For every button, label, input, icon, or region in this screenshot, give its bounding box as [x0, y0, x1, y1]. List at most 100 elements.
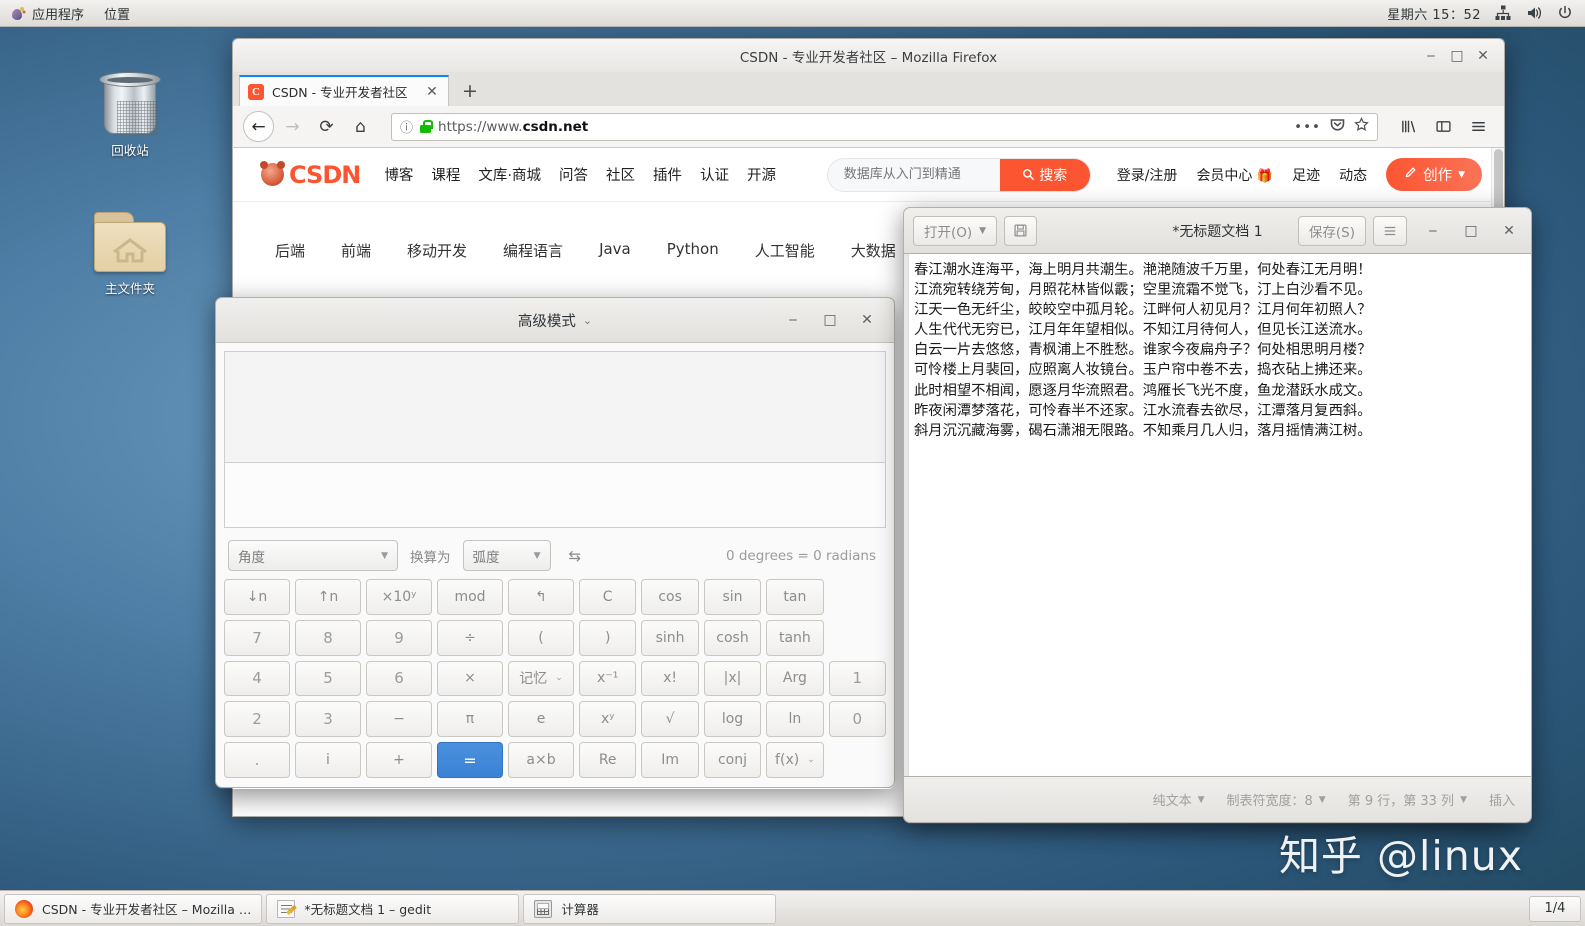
decimal-point-key[interactable]: .	[224, 742, 290, 778]
digit-9-key[interactable]: 9	[366, 619, 432, 656]
power-key[interactable]: xʸ	[579, 701, 637, 738]
calculator-maximize-button[interactable]: □	[817, 307, 843, 333]
save-button[interactable]: 保存(S)	[1297, 215, 1366, 246]
power-icon[interactable]	[1556, 4, 1574, 22]
taskbar-item-gedit[interactable]: *无标题文档 1 – gedit	[266, 893, 520, 924]
cursor-position-selector[interactable]: 第 9 行，第 33 列 ▼	[1348, 790, 1467, 809]
gedit-close-button[interactable]: ✕	[1496, 218, 1522, 244]
sinh-key[interactable]: sinh	[641, 619, 699, 656]
csdn-nav-item-2[interactable]: 文库·商城	[478, 164, 541, 185]
inverse-key[interactable]: x⁻¹	[579, 660, 637, 697]
forward-button[interactable]: →	[277, 111, 308, 142]
bookmark-star-icon[interactable]	[1354, 117, 1369, 136]
function-key[interactable]: f(x) ⌄	[766, 742, 824, 778]
digit-5-key[interactable]: 5	[295, 660, 361, 697]
open-paren-key[interactable]: (	[508, 619, 574, 656]
csdn-category-0[interactable]: 后端	[275, 240, 305, 261]
csdn-category-2[interactable]: 移动开发	[407, 240, 467, 261]
clear-key[interactable]: C	[579, 579, 637, 615]
library-icon[interactable]	[1393, 111, 1424, 142]
log-key[interactable]: log	[703, 701, 762, 738]
imaginary-key[interactable]: i	[295, 742, 361, 778]
open-file-button[interactable]: 打开(O) ▼	[913, 215, 998, 246]
firefox-tab-csdn[interactable]: C CSDN - 专业开发者社区 ✕	[239, 75, 449, 106]
csdn-nav-item-6[interactable]: 认证	[700, 164, 729, 185]
superscript-key[interactable]: ↑n	[295, 579, 361, 615]
digit-2-key[interactable]: 2	[224, 701, 290, 738]
digit-1-key[interactable]: 1	[828, 660, 886, 697]
calculator-close-button[interactable]: ✕	[854, 307, 880, 333]
pi-key[interactable]: π	[437, 701, 503, 738]
desktop-icon-trash[interactable]: 回收站	[78, 66, 182, 158]
digit-0-key[interactable]: 0	[828, 701, 886, 738]
search-input[interactable]	[827, 158, 1000, 191]
tab-width-selector[interactable]: 制表符宽度：8 ▼	[1227, 790, 1326, 809]
exponent-key[interactable]: ×10ʸ	[366, 579, 432, 615]
subscript-key[interactable]: ↓n	[224, 579, 290, 615]
digit-8-key[interactable]: 8	[295, 619, 361, 656]
csdn-category-5[interactable]: Python	[667, 240, 719, 261]
gedit-minimize-button[interactable]: ‒	[1420, 218, 1446, 244]
calculator-entry-field[interactable]	[224, 463, 886, 528]
complex-multiply-key[interactable]: a×b	[508, 742, 574, 778]
url-bar[interactable]: ⓘ https://www.csdn.net •••	[391, 112, 1378, 141]
csdn-nav-item-0[interactable]: 博客	[384, 164, 413, 185]
taskbar-item-calculator[interactable]: 计算器	[523, 893, 777, 924]
new-tab-button[interactable]: +	[449, 76, 491, 106]
home-button[interactable]: ⌂	[345, 111, 376, 142]
csdn-nav-item-3[interactable]: 问答	[559, 164, 588, 185]
csdn-nav-item-5[interactable]: 插件	[653, 164, 682, 185]
back-button[interactable]: ←	[243, 111, 274, 142]
file-type-selector[interactable]: 纯文本 ▼	[1153, 790, 1205, 809]
square-root-key[interactable]: √	[641, 701, 699, 738]
modulus-key[interactable]: mod	[437, 579, 503, 615]
calculator-minimize-button[interactable]: ‒	[780, 307, 806, 333]
network-icon[interactable]	[1494, 4, 1512, 22]
tan-key[interactable]: tan	[766, 579, 824, 615]
firefox-titlebar[interactable]: CSDN - 专业开发者社区 – Mozilla Firefox ‒ □ ✕	[232, 38, 1505, 72]
firefox-close-button[interactable]: ✕	[1470, 43, 1496, 69]
real-part-key[interactable]: Re	[579, 742, 637, 778]
csdn-nav-item-1[interactable]: 课程	[431, 164, 460, 185]
ln-key[interactable]: ln	[766, 701, 824, 738]
swap-units-icon[interactable]: ⇆	[563, 547, 588, 565]
absolute-key[interactable]: |x|	[703, 660, 762, 697]
save-as-button[interactable]	[1004, 215, 1038, 246]
add-key[interactable]: +	[366, 742, 432, 778]
sidebar-icon[interactable]	[1428, 111, 1459, 142]
reload-button[interactable]: ⟳	[311, 111, 342, 142]
footprint-link[interactable]: 足迹	[1292, 165, 1320, 185]
close-icon[interactable]: ✕	[424, 84, 440, 100]
memory-key[interactable]: 记忆 ⌄	[508, 660, 574, 697]
applications-menu[interactable]: 应用程序	[0, 0, 94, 26]
digit-6-key[interactable]: 6	[366, 660, 432, 697]
tanh-key[interactable]: tanh	[766, 619, 824, 656]
csdn-nav-item-4[interactable]: 社区	[606, 164, 635, 185]
digit-3-key[interactable]: 3	[295, 701, 361, 738]
menu-icon[interactable]	[1463, 111, 1494, 142]
firefox-minimize-button[interactable]: ‒	[1418, 43, 1444, 69]
csdn-logo[interactable]: CSDN	[260, 161, 361, 189]
create-button[interactable]: 创作 ▼	[1386, 158, 1482, 191]
conversion-to-select[interactable]: 弧度 ▼	[462, 540, 551, 571]
csdn-category-6[interactable]: 人工智能	[755, 240, 815, 261]
digit-7-key[interactable]: 7	[224, 619, 290, 656]
workspace-switcher[interactable]: 1/4	[1529, 895, 1581, 922]
taskbar-item-firefox[interactable]: CSDN - 专业开发者社区 – Mozilla …	[4, 893, 263, 924]
site-info-icon[interactable]: ⓘ	[400, 117, 413, 136]
subtract-key[interactable]: −	[366, 701, 432, 738]
login-register-link[interactable]: 登录/注册	[1117, 165, 1178, 185]
csdn-category-1[interactable]: 前端	[341, 240, 371, 261]
factorial-key[interactable]: x!	[641, 660, 699, 697]
calculator-titlebar[interactable]: 高级模式 ⌄ ‒ □ ✕	[215, 297, 895, 343]
undo-key[interactable]: ↰	[508, 579, 574, 615]
csdn-category-7[interactable]: 大数据	[851, 240, 896, 261]
close-paren-key[interactable]: )	[579, 619, 637, 656]
csdn-nav-item-7[interactable]: 开源	[747, 164, 776, 185]
firefox-maximize-button[interactable]: □	[1444, 43, 1470, 69]
digit-4-key[interactable]: 4	[224, 660, 290, 697]
imaginary-part-key[interactable]: Im	[641, 742, 699, 778]
argument-key[interactable]: Arg	[766, 660, 824, 697]
gedit-header-bar[interactable]: 打开(O) ▼ *无标题文档 1 保存(S) ‒ □ ✕	[903, 207, 1532, 254]
desktop-icon-home-folder[interactable]: 主文件夹	[78, 208, 182, 296]
